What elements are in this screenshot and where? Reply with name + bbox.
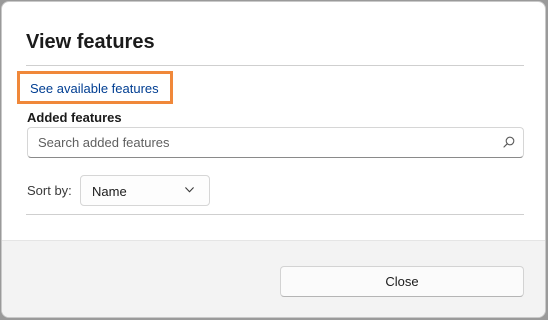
title-divider — [26, 65, 524, 66]
sort-by-label: Sort by: — [27, 183, 72, 198]
search-input[interactable] — [38, 128, 488, 157]
search-box[interactable] — [27, 127, 524, 158]
dialog-footer: Close — [2, 240, 545, 317]
chevron-down-icon — [185, 187, 194, 193]
close-button[interactable]: Close — [280, 266, 524, 297]
search-icon[interactable] — [503, 136, 515, 148]
highlight-box: See available features — [17, 71, 173, 104]
dialog-title: View features — [26, 31, 155, 53]
sort-selected-value: Name — [92, 184, 127, 199]
added-features-label: Added features — [27, 110, 122, 125]
content-divider — [26, 214, 524, 215]
view-features-dialog: View features See available features Add… — [1, 1, 546, 318]
sort-by-dropdown[interactable]: Name — [80, 175, 210, 206]
see-available-features-link[interactable]: See available features — [30, 81, 159, 96]
